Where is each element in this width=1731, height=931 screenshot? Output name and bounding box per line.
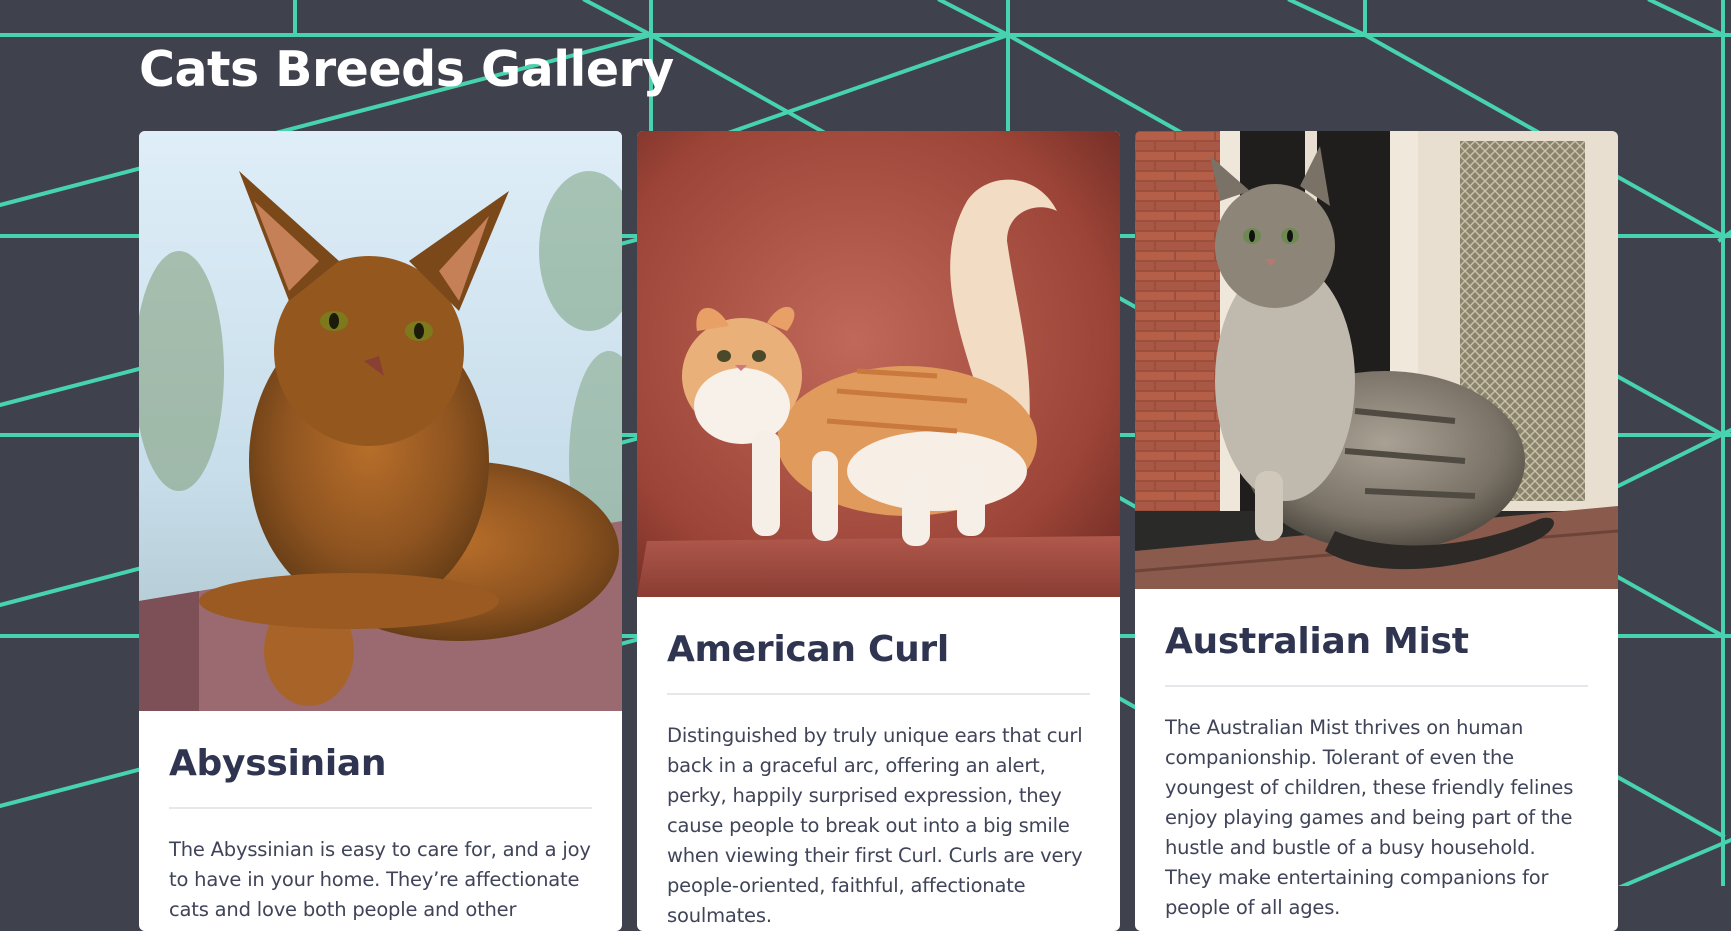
breed-description: The Australian Mist thrives on human com… bbox=[1165, 716, 1574, 919]
breed-card-american-curl[interactable]: American Curl Distinguished by truly uni… bbox=[637, 131, 1120, 931]
breed-description: The Abyssinian is easy to care for, and … bbox=[169, 838, 591, 931]
breed-card-abyssinian[interactable]: Abyssinian The Abyssinian is easy to car… bbox=[139, 131, 622, 931]
breed-card-body: Australian Mist The Australian Mist thri… bbox=[1135, 589, 1618, 923]
breed-card-body: Abyssinian The Abyssinian is easy to car… bbox=[139, 711, 622, 931]
breed-description: Distinguished by truly unique ears that … bbox=[667, 724, 1083, 927]
breed-name: Australian Mist bbox=[1165, 589, 1588, 687]
breed-card-australian-mist[interactable]: Australian Mist The Australian Mist thri… bbox=[1135, 131, 1618, 931]
page-title: Cats Breeds Gallery bbox=[139, 41, 674, 98]
breed-photo-abyssinian bbox=[139, 131, 622, 711]
breed-card-body: American Curl Distinguished by truly uni… bbox=[637, 597, 1120, 931]
breed-name: Abyssinian bbox=[169, 711, 592, 809]
breed-photo-american-curl bbox=[637, 131, 1120, 597]
breed-photo-australian-mist bbox=[1135, 131, 1618, 589]
breed-name: American Curl bbox=[667, 597, 1090, 695]
